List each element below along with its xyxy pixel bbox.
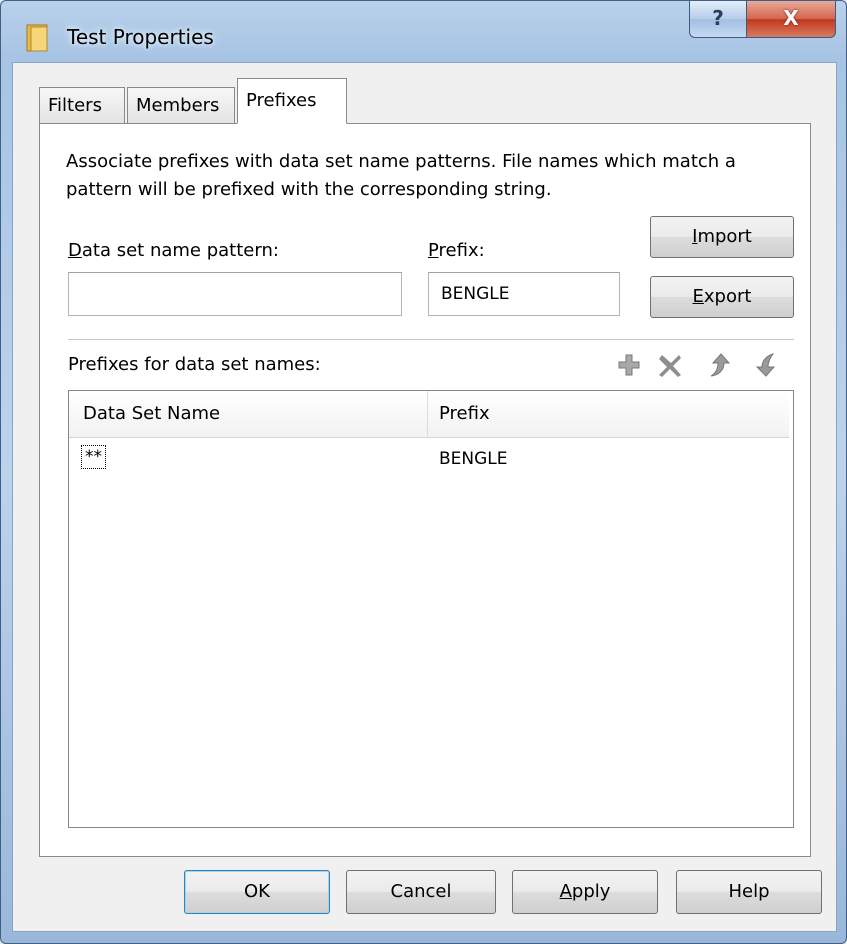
row-data-set-name[interactable]: **	[81, 445, 106, 469]
column-separator[interactable]	[427, 391, 428, 437]
title-bar[interactable]: Test Properties ? X	[1, 1, 846, 63]
prefixes-description: Associate prefixes with data set name pa…	[66, 151, 736, 200]
prefix-label: Prefix:	[428, 240, 485, 261]
pattern-label: Data set name pattern:	[68, 240, 279, 261]
help-caption-button[interactable]: ?	[689, 1, 747, 38]
delete-icon[interactable]	[658, 352, 684, 378]
section-separator	[68, 339, 794, 340]
column-header-prefix[interactable]: Prefix	[439, 391, 490, 437]
prefix-input[interactable]	[428, 272, 620, 316]
cancel-button[interactable]: Cancel	[346, 870, 496, 914]
row-prefix[interactable]: BENGLE	[439, 449, 508, 469]
apply-button[interactable]: Apply	[512, 870, 658, 914]
move-up-icon[interactable]	[706, 352, 732, 378]
ok-button[interactable]: OK	[184, 870, 330, 914]
add-icon[interactable]	[616, 352, 642, 378]
tab-prefixes[interactable]: Prefixes	[237, 78, 347, 124]
move-down-icon[interactable]	[752, 352, 778, 378]
export-button[interactable]: Export	[650, 276, 794, 318]
pattern-input[interactable]	[68, 272, 402, 316]
window-title: Test Properties	[67, 25, 214, 49]
column-header-data-set-name[interactable]: Data Set Name	[83, 391, 220, 437]
tab-filters[interactable]: Filters	[39, 87, 125, 123]
folder-icon	[26, 24, 48, 52]
tab-members[interactable]: Members	[127, 87, 235, 123]
table-header: Data Set Name Prefix	[69, 391, 789, 438]
close-button[interactable]: X	[746, 1, 836, 38]
help-button[interactable]: Help	[676, 870, 822, 914]
prefixes-list-label: Prefixes for data set names:	[68, 354, 321, 375]
import-button[interactable]: Import	[650, 216, 794, 258]
table-row[interactable]: ** BENGLE	[69, 441, 789, 475]
prefixes-table[interactable]: Data Set Name Prefix ** BENGLE	[68, 390, 794, 828]
